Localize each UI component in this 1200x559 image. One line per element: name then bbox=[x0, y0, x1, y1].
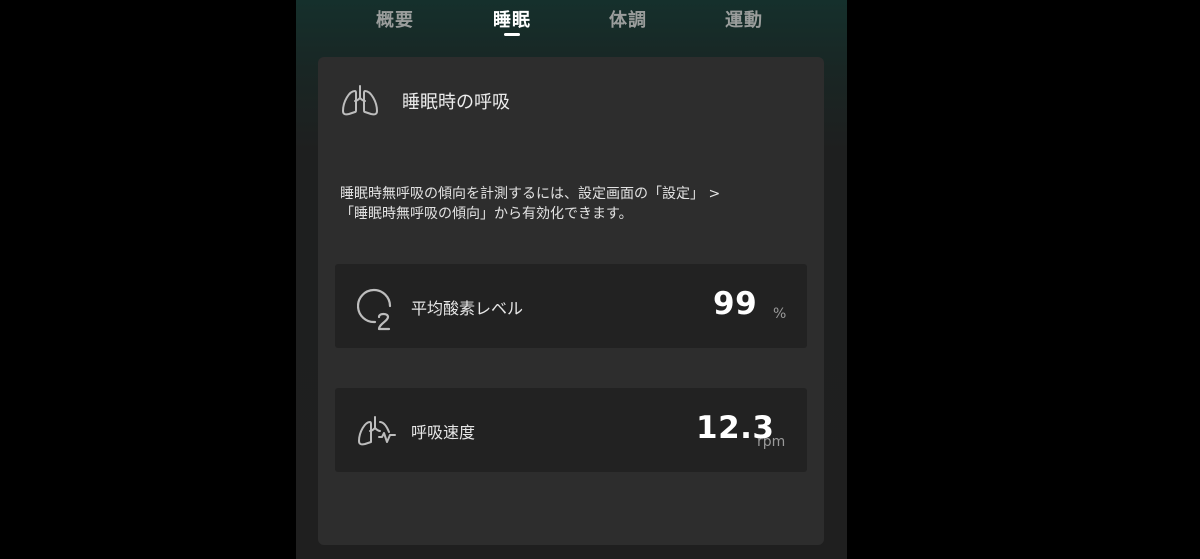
notice-line-2: 「睡眠時無呼吸の傾向」から有効化できます。 bbox=[340, 206, 633, 222]
app-screen: 概要 睡眠 体調 運動 睡眠時の呼吸 睡眠時無呼吸の傾向を計測するには、設定画面… bbox=[296, 0, 847, 559]
tab-sleep[interactable]: 睡眠 bbox=[493, 6, 531, 32]
active-tab-indicator bbox=[504, 33, 520, 36]
metric-unit: % bbox=[773, 306, 787, 322]
notice-line-1: 睡眠時無呼吸の傾向を計測するには、設定画面の「設定」 > bbox=[340, 186, 721, 202]
tab-bar: 概要 睡眠 体調 運動 bbox=[296, 0, 847, 44]
card-title: 睡眠時の呼吸 bbox=[402, 92, 510, 113]
tab-exercise[interactable]: 運動 bbox=[725, 6, 763, 32]
metric-row-respiratory-rate[interactable]: 呼吸速度 12.3 rpm bbox=[335, 388, 807, 472]
metric-label: 平均酸素レベル bbox=[411, 299, 524, 318]
lungs-breathing-icon bbox=[357, 411, 397, 455]
tab-condition[interactable]: 体調 bbox=[609, 6, 647, 32]
metric-value: 99 bbox=[713, 286, 758, 322]
metric-unit: rpm bbox=[757, 434, 786, 450]
sleep-breathing-card[interactable]: 睡眠時の呼吸 睡眠時無呼吸の傾向を計測するには、設定画面の「設定」 > 「睡眠時… bbox=[318, 57, 824, 545]
sleep-apnea-notice: 睡眠時無呼吸の傾向を計測するには、設定画面の「設定」 > 「睡眠時無呼吸の傾向」… bbox=[340, 184, 810, 224]
lungs-icon bbox=[340, 83, 380, 117]
metric-row-oxygen[interactable]: 平均酸素レベル 99 % bbox=[335, 264, 807, 348]
metric-label: 呼吸速度 bbox=[411, 423, 476, 442]
tab-overview[interactable]: 概要 bbox=[376, 6, 414, 32]
oxygen-o2-icon bbox=[356, 287, 397, 331]
